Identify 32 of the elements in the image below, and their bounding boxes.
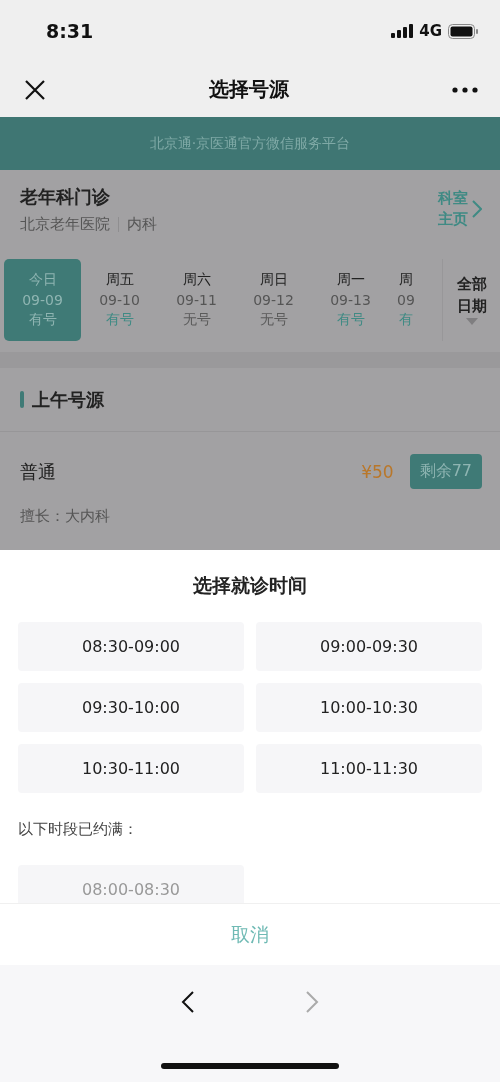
department-category: 内科 [127,214,157,234]
time-slot[interactable]: 11:00-11:30 [256,744,482,793]
chevron-right-icon [472,200,482,218]
more-button[interactable] [452,86,478,93]
sheet-title: 选择就诊时间 [193,573,307,598]
signal-icon [391,24,414,38]
caret-down-icon [465,318,478,326]
date-tab[interactable]: 周 09 有 [389,259,423,341]
back-button[interactable] [181,990,195,1014]
department-name: 老年科门诊 [20,184,111,209]
price: ¥50 [361,461,394,482]
close-button[interactable] [24,78,46,101]
hospital-name: 北京老年医院 [20,214,110,234]
time-slot[interactable]: 09:00-09:30 [256,622,482,671]
specialty-text: 擅长：大内科 [20,507,111,526]
date-tab[interactable]: 周五 09-10 有号 [81,259,158,341]
battery-icon [448,23,478,39]
time-slot[interactable]: 08:30-09:00 [18,622,244,671]
date-tab[interactable]: 周六 09-11 无号 [158,259,235,341]
date-tab[interactable]: 周一 09-13 有号 [312,259,389,341]
page-title: 选择号源 [209,76,289,103]
status-time: 8:31 [46,20,94,42]
all-dates-button[interactable]: 全部 日期 [442,259,500,341]
registration-type: 普通 [20,459,57,484]
time-slot[interactable]: 10:00-10:30 [256,683,482,732]
full-slots-label: 以下时段已约满： [18,819,138,839]
time-slot[interactable]: 10:30-11:00 [18,744,244,793]
time-slot[interactable]: 09:30-10:00 [18,683,244,732]
section-title: 上午号源 [32,387,104,412]
network-label: 4G [419,22,442,40]
banner-text: 北京通·京医通官方微信服务平台 [149,134,351,153]
date-tab[interactable]: 周日 09-12 无号 [235,259,312,341]
